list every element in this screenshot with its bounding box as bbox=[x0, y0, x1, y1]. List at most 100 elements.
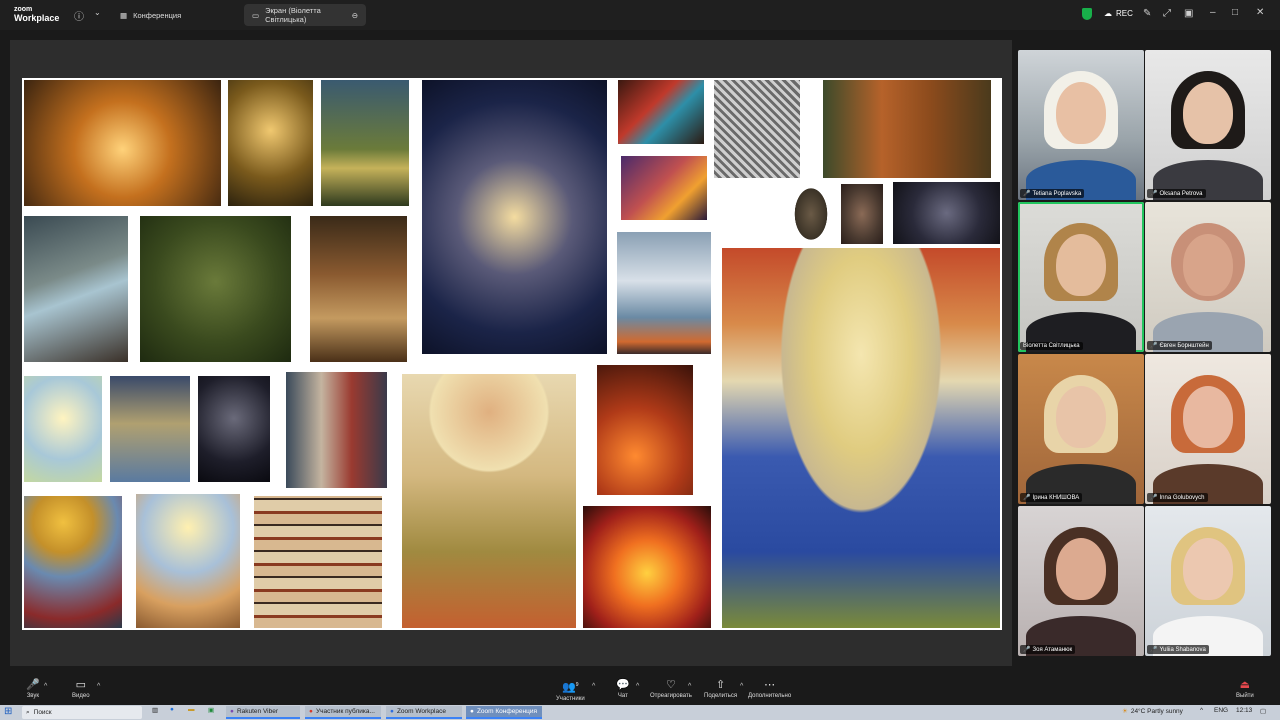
participant-tile[interactable]: 🎤 Ірина КНИШОВА bbox=[1018, 354, 1144, 504]
tray-chevron-icon[interactable]: ^ bbox=[1200, 707, 1203, 714]
zoom-icon: ● bbox=[390, 708, 394, 715]
participants-button[interactable]: 👥9 Участники bbox=[556, 679, 585, 702]
share-options-chevron-icon[interactable]: ^ bbox=[740, 683, 743, 690]
chat-button[interactable]: 💬 Чат bbox=[616, 679, 630, 699]
artwork-enthroned-queen bbox=[136, 494, 240, 628]
tab-screen-share-label: Экран (Віолетта Світлицька) bbox=[265, 6, 321, 24]
artwork-fire-woman bbox=[621, 156, 707, 220]
artwork-river-woman bbox=[24, 216, 128, 362]
artwork-saints-triptych bbox=[286, 372, 387, 488]
taskbar-search-input[interactable]: ⌕ Поиск bbox=[22, 706, 142, 719]
zoom-icon: ● bbox=[470, 708, 474, 715]
excel-icon[interactable]: ▣ bbox=[208, 706, 214, 714]
artwork-three-women bbox=[823, 80, 991, 178]
participants-options-chevron-icon[interactable]: ^ bbox=[592, 683, 595, 690]
weather-widget[interactable]: ☀ 24°C Partly sunny bbox=[1122, 707, 1183, 716]
video-options-chevron-icon[interactable]: ^ bbox=[97, 683, 100, 690]
screen-icon: ▭ bbox=[252, 10, 260, 20]
participant-name-tag: 🎤 Tetiana Poplavska bbox=[1020, 189, 1085, 198]
maximize-icon[interactable]: □ bbox=[1232, 7, 1238, 18]
chrome-icon: ● bbox=[309, 708, 313, 715]
participant-name-tag: 🎤 Зоя Атаманюк bbox=[1020, 645, 1076, 654]
chat-options-chevron-icon[interactable]: ^ bbox=[636, 683, 639, 690]
participant-tile[interactable]: 🎤 Зоя Атаманюк bbox=[1018, 506, 1144, 656]
chevron-down-icon[interactable]: ⌄ bbox=[94, 8, 101, 17]
expand-icon[interactable]: ⤢ bbox=[1163, 8, 1171, 19]
artwork-dark-carving bbox=[893, 182, 1000, 244]
artwork-sun-symbol-woman bbox=[24, 496, 122, 628]
cloud-icon: ☁ bbox=[1104, 9, 1112, 18]
participant-name-tag: 🎤 Ірина КНИШОВА bbox=[1020, 493, 1083, 502]
artwork-blonde-mother bbox=[110, 376, 190, 482]
minus-circle-icon[interactable]: ⊖ bbox=[352, 11, 358, 20]
notification-icon[interactable]: ▢ bbox=[1260, 707, 1266, 715]
participant-tile[interactable]: 🎤 Inna Golubovych bbox=[1145, 354, 1271, 504]
participant-tile[interactable]: 🎤 Tetiana Poplavska bbox=[1018, 50, 1144, 200]
mic-muted-icon: 🎤 bbox=[26, 679, 40, 691]
edge-icon[interactable]: ● bbox=[170, 706, 174, 713]
recording-indicator[interactable]: ☁ REC bbox=[1104, 9, 1133, 18]
title-bar: zoom Workplace ⓘ ⌄ ▦ Конференция ▭ Экран… bbox=[0, 0, 1280, 30]
share-screen-icon: ⇧ bbox=[715, 679, 726, 691]
participant-name-tag: 🎤 Oksana Petrova bbox=[1147, 189, 1206, 198]
participant-tile[interactable]: 🎤 Євген Борнштейн bbox=[1145, 202, 1271, 352]
mic-muted-icon: 🎤 bbox=[1023, 647, 1031, 653]
participant-name-tag: Віолетта Світлицька bbox=[1020, 342, 1083, 350]
participants-icon: 👥9 bbox=[562, 681, 579, 694]
taskbar-item-zoom-conference[interactable]: ● Zoom Конференция bbox=[466, 706, 542, 719]
logo-bottom-text: Workplace bbox=[14, 13, 60, 23]
audio-options-chevron-icon[interactable]: ^ bbox=[44, 683, 47, 690]
mic-muted-icon: 🎤 bbox=[1150, 647, 1158, 653]
language-indicator[interactable]: ENG bbox=[1214, 707, 1228, 714]
tab-conference[interactable]: ▦ Конференция bbox=[112, 4, 189, 26]
security-shield-icon[interactable] bbox=[1082, 8, 1092, 20]
close-icon[interactable]: ✕ bbox=[1256, 7, 1264, 18]
react-button[interactable]: ♡ Отреагировать bbox=[650, 679, 692, 699]
artwork-goddesses-golden bbox=[24, 80, 221, 206]
view-icon[interactable]: ▣ bbox=[1184, 8, 1193, 19]
participant-tile[interactable]: 🎤 Yuliia Shabanova bbox=[1145, 506, 1271, 656]
tab-conference-label: Конференция bbox=[133, 10, 182, 20]
more-button[interactable]: ⋯ Дополнительно bbox=[748, 679, 791, 699]
artwork-codex bbox=[254, 496, 382, 628]
zoom-logo: zoom Workplace bbox=[14, 5, 59, 23]
sun-icon: ☀ bbox=[1122, 708, 1128, 715]
chat-icon: 💬 bbox=[616, 679, 630, 691]
leave-button[interactable]: ⏏ Выйти bbox=[1236, 679, 1254, 699]
video-camera-icon: ▭ bbox=[75, 679, 86, 691]
taskbar-item-browser[interactable]: ● Участник публика... bbox=[305, 706, 381, 719]
meeting-toolbar: 🎤 Звук ^ ▭ Видео ^ 👥9 Участники ^ 💬 Чат … bbox=[0, 675, 1280, 705]
artwork-red-lava bbox=[597, 365, 693, 495]
participant-tile-active-speaker[interactable]: Віолетта Світлицька bbox=[1018, 202, 1144, 352]
more-dots-icon: ⋯ bbox=[764, 679, 776, 691]
participant-name-tag: 🎤 Inna Golubovych bbox=[1147, 493, 1208, 502]
grid-icon: ▦ bbox=[120, 10, 128, 20]
task-view-icon[interactable]: ▥ bbox=[152, 706, 158, 714]
video-button[interactable]: ▭ Видео bbox=[72, 679, 90, 699]
artwork-blue-figure bbox=[618, 80, 704, 144]
mic-muted-icon: 🎤 bbox=[1150, 191, 1158, 197]
search-icon: ⌕ bbox=[26, 708, 30, 716]
folder-icon[interactable]: ▬ bbox=[188, 706, 195, 713]
audio-button[interactable]: 🎤 Звук bbox=[26, 679, 40, 699]
taskbar-item-viber[interactable]: ● Rakuten Viber bbox=[226, 706, 300, 719]
mic-muted-icon: 🎤 bbox=[1150, 495, 1158, 501]
artwork-tree-woman bbox=[228, 80, 313, 206]
mic-muted-icon: 🎤 bbox=[1023, 495, 1031, 501]
tab-screen-share[interactable]: ▭ Экран (Віолетта Світлицька) ⊖ bbox=[244, 4, 366, 26]
artwork-medieval-women bbox=[310, 216, 407, 362]
share-button[interactable]: ⇧ Поделиться bbox=[704, 679, 737, 699]
info-icon[interactable]: ⓘ bbox=[74, 8, 84, 23]
react-options-chevron-icon[interactable]: ^ bbox=[688, 683, 691, 690]
artwork-night-mothers bbox=[422, 80, 607, 354]
participant-name-tag: 🎤 Yuliia Shabanova bbox=[1147, 645, 1209, 654]
windows-start-icon[interactable]: ⊞ bbox=[4, 706, 12, 717]
pencil-icon[interactable]: ✎ bbox=[1143, 8, 1151, 19]
participant-name-tag: 🎤 Євген Борнштейн bbox=[1147, 341, 1212, 350]
participants-count: 9 bbox=[575, 682, 579, 688]
taskbar-item-zoom-workplace[interactable]: ● Zoom Workplace bbox=[386, 706, 462, 719]
clock[interactable]: 12:13 bbox=[1236, 707, 1252, 714]
minimize-icon[interactable]: – bbox=[1210, 7, 1216, 18]
participant-tile[interactable]: 🎤 Oksana Petrova bbox=[1145, 50, 1271, 200]
artwork-white-woman-water bbox=[617, 232, 711, 354]
